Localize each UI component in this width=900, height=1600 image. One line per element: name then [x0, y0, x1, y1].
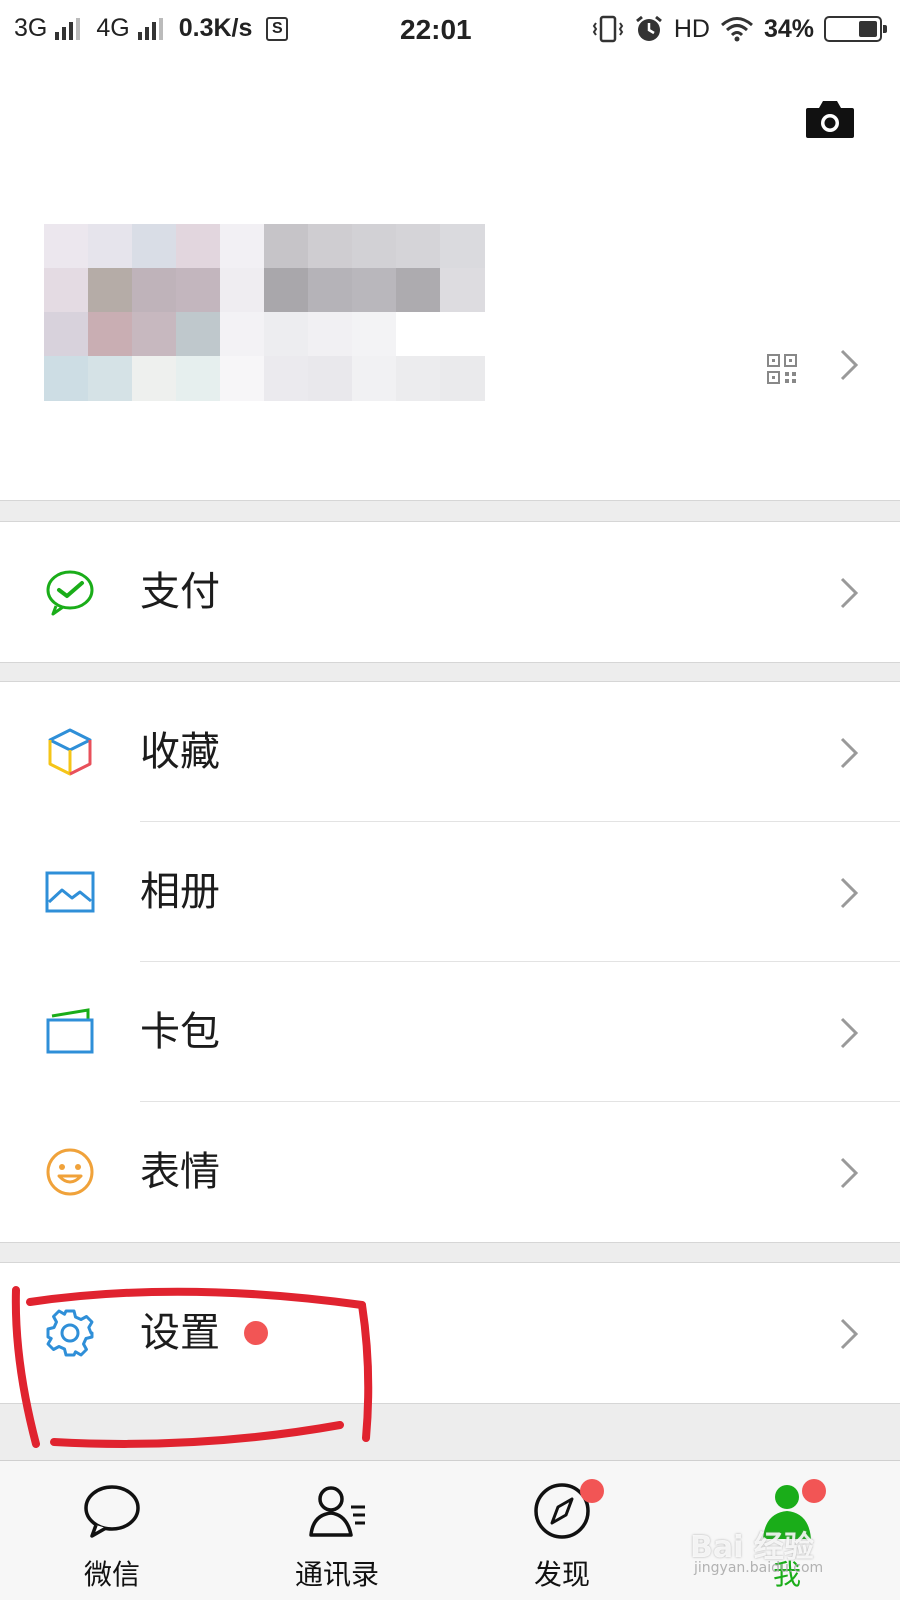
wechat-pay-icon [46, 570, 94, 616]
tab-chats[interactable]: 微信 [37, 1461, 187, 1600]
menu-item-stickers[interactable]: 表情 [0, 1102, 900, 1242]
profile-header[interactable] [0, 64, 900, 501]
chevron-right-icon[interactable] [838, 348, 860, 382]
chevron-right-icon [840, 877, 859, 909]
tab-label: 通讯录 [294, 1558, 379, 1591]
chevron-right-icon [840, 1318, 859, 1350]
smiley-icon [46, 1148, 94, 1196]
hd-label: HD [673, 14, 710, 43]
notification-dot [802, 1479, 826, 1503]
menu-item-favorites[interactable]: 收藏 [0, 682, 900, 822]
menu-item-settings[interactable]: 设置 [0, 1263, 900, 1403]
menu-item-label: 设置 [140, 1310, 220, 1356]
chevron-right-icon [840, 737, 859, 769]
blurred-profile-name [44, 224, 544, 404]
chat-bubble-icon [84, 1485, 140, 1538]
tab-contacts[interactable]: 通讯录 [262, 1461, 412, 1600]
collections-section: 收藏 相册 卡包 表情 [0, 681, 900, 1243]
menu-item-label: 表情 [140, 1149, 220, 1195]
menu-item-cards[interactable]: 卡包 [0, 962, 900, 1102]
network-speed: 0.3K/s [178, 14, 253, 42]
pay-section: 支付 [0, 521, 900, 663]
wifi-icon [720, 17, 753, 42]
s-badge-icon: S [266, 16, 289, 41]
status-bar: 3G 4G 0.3K/s S 22:01 HD 34% [0, 0, 900, 64]
vibrate-icon [592, 15, 624, 43]
chevron-right-icon [840, 1017, 859, 1049]
battery-percent: 34% [763, 14, 814, 43]
status-left: 3G 4G 0.3K/s S [14, 14, 289, 43]
cube-icon [48, 728, 92, 776]
signal-icon [137, 17, 163, 40]
battery-icon [824, 16, 887, 42]
menu-item-label: 收藏 [140, 729, 220, 775]
tab-discover[interactable]: 发现 [487, 1461, 637, 1600]
contacts-icon [309, 1486, 365, 1537]
alarm-icon [635, 15, 662, 41]
network-3g-label: 3G [14, 14, 48, 42]
camera-icon[interactable] [804, 98, 856, 140]
menu-item-album[interactable]: 相册 [0, 822, 900, 962]
signal-icon [55, 17, 81, 40]
menu-item-label: 卡包 [140, 1009, 220, 1055]
notification-dot [580, 1479, 604, 1503]
network-4g-label: 4G [96, 14, 130, 42]
watermark-url: jingyan.baidu.com [694, 1560, 824, 1576]
menu-item-label: 相册 [140, 869, 220, 915]
gear-icon [46, 1309, 94, 1357]
tab-label: 发现 [533, 1558, 590, 1591]
card-wallet-icon [46, 1008, 94, 1054]
qr-code-icon[interactable] [766, 353, 798, 385]
tab-label: 微信 [83, 1558, 140, 1591]
menu-item-label: 支付 [140, 569, 220, 615]
notification-dot [244, 1321, 268, 1345]
chevron-right-icon [840, 577, 859, 609]
menu-item-pay[interactable]: 支付 [0, 522, 900, 662]
status-right: HD 34% [592, 14, 887, 44]
settings-section: 设置 [0, 1262, 900, 1404]
clock: 22:01 [400, 14, 472, 45]
photo-album-icon [45, 871, 95, 913]
chevron-right-icon [840, 1157, 859, 1189]
